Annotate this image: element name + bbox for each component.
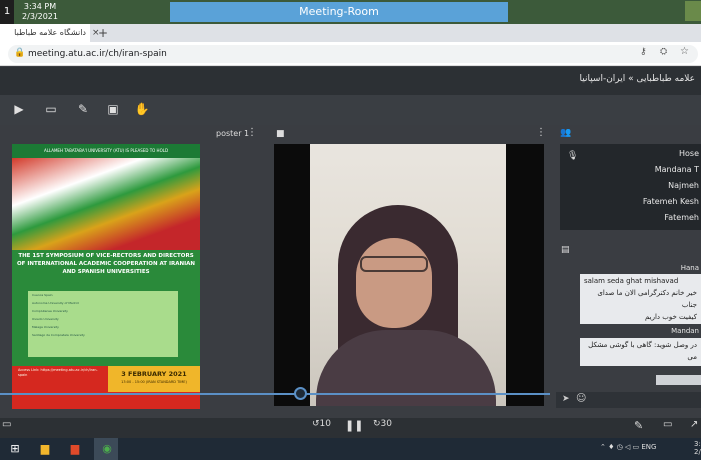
poster-time: 13:00 - 15:00 (IRAN STANDARD TIME) [121, 380, 187, 384]
chat-author: Hana [680, 264, 699, 272]
tray-clock[interactable]: 3: 2/ [694, 440, 701, 456]
emoji-icon[interactable]: ☺ [576, 393, 586, 404]
url-text[interactable]: meeting.atu.ac.ir/ch/iran-spain [28, 47, 167, 61]
clock-date: 2/3/2021 [22, 12, 58, 21]
lock-icon[interactable]: 🔒 [14, 48, 25, 58]
poster-link: Access Link: https://meeting.atu.ac.ir/c… [18, 368, 98, 377]
translate-icon[interactable]: ⛭ [660, 47, 667, 57]
expand-icon[interactable]: ↗ [690, 419, 698, 430]
participant-item[interactable]: Fatemeh [560, 210, 701, 226]
chat-line: در وصل شوید: گاهی با گوشی مشکل می [588, 341, 697, 361]
chrome-icon[interactable]: ◉ [98, 440, 116, 458]
participant-item[interactable]: Mandana T [560, 162, 701, 178]
video-menu-icon[interactable]: ⋮ [536, 127, 546, 138]
chat-line: خیر خانم دکترگرامی الان ما صدای جناب [597, 289, 697, 309]
forward-label: 30 [380, 419, 392, 429]
chat-line: کیفیت خوب داریم [644, 313, 697, 321]
window-number: 1 [0, 0, 14, 24]
poster-panel-label: poster 1 [216, 129, 250, 138]
poster-table-line: Complutense University [32, 309, 68, 313]
app-icon[interactable]: ▆ [66, 440, 84, 458]
chat-message: در وصل شوید: گاهی با گوشی مشکل می [580, 338, 701, 366]
video-camera-icon: ■ [276, 129, 285, 139]
participants-list: Hose Mandana T Najmeh Fatemeh Kesh Fatem… [560, 144, 701, 230]
browser-tab[interactable]: دانشگاه علامه طباطبا [0, 24, 90, 42]
speaker-glasses [360, 256, 428, 272]
chat-scroll-thumb[interactable] [656, 375, 701, 385]
bookmark-star-icon[interactable]: ☆ [680, 46, 689, 57]
chat-line: salam seda ghat mishavad [584, 277, 679, 285]
chat-icon: ▤ [561, 245, 570, 255]
participant-item[interactable]: Fatemeh Kesh [560, 194, 701, 210]
pen-icon[interactable]: ✎ [634, 419, 643, 432]
tray-date: 2/ [694, 448, 701, 456]
speaker-face [356, 238, 432, 328]
playback-progress-knob[interactable] [294, 387, 307, 400]
rewind-10-button[interactable]: ↺10 [312, 419, 331, 429]
poster-header: ALLAMEH TABATABA'I UNIVERSITY (ATU) IS P… [12, 144, 200, 158]
poster-table-line: Santiago de Compostela University [32, 333, 85, 337]
poster-table-line: Autonoma University of Madrid [32, 301, 79, 305]
system-tray: ⌃ ♦ ◷ ◁ ▭ ENG [600, 443, 656, 451]
raise-hand-icon[interactable]: ✋ [133, 100, 151, 118]
tray-time: 3: [694, 440, 701, 448]
poster-date: 3 FEBRUARY 2021 [121, 370, 187, 378]
captions-icon[interactable]: ▭ [663, 419, 672, 430]
screen-icon[interactable]: ▭ [2, 419, 11, 430]
participant-item[interactable]: Najmeh [560, 178, 701, 194]
breadcrumb: علامه طباطبایی » ایران-اسپانیا [579, 74, 695, 84]
tray-icons[interactable]: ⌃ ♦ ◷ ◁ ▭ [600, 443, 641, 451]
play-media-icon[interactable]: ▣ [104, 100, 122, 118]
poster-table-line: Cuenca Spain [32, 293, 53, 297]
poster-university-table: Cuenca Spain Autonoma University of Madr… [28, 291, 178, 357]
poster-title: THE 1ST SYMPOSIUM OF VICE-RECTORS AND DI… [16, 253, 196, 275]
send-icon[interactable]: ➤ [562, 394, 570, 404]
poster-table-line: Malaga University [32, 325, 59, 329]
poster-table-line: Oviedo University [32, 317, 59, 321]
meeting-title: Meeting-Room [170, 2, 508, 22]
language-indicator[interactable]: ENG [641, 443, 656, 451]
user-avatar-icon[interactable] [685, 1, 701, 21]
screen-share-icon[interactable]: ▭ [42, 100, 60, 118]
poster-flags [12, 158, 200, 250]
poster-menu-icon[interactable]: ⋮ [247, 127, 257, 138]
new-tab-button[interactable]: + [98, 24, 112, 42]
chat-message: salam seda ghat mishavad خیر خانم دکترگر… [580, 274, 701, 324]
system-clock: 3:34 PM 2/3/2021 [18, 2, 62, 22]
chat-author: Mandan [671, 327, 699, 335]
forward-30-button[interactable]: ↻30 [373, 419, 392, 429]
key-icon[interactable]: ⚷ [640, 47, 647, 57]
microphone-icon: 🎙 [567, 151, 579, 161]
camera-icon[interactable]: ▶ [10, 100, 28, 118]
clock-time: 3:34 PM [23, 2, 57, 11]
playback-progress-bar[interactable] [0, 393, 550, 395]
brush-icon[interactable]: ✎ [74, 100, 92, 118]
file-explorer-icon[interactable]: ▆ [36, 440, 54, 458]
pause-button[interactable]: ❚❚ [345, 419, 363, 432]
users-icon: 👥 [560, 128, 572, 138]
rewind-label: 10 [319, 419, 331, 429]
chat-area: Hana salam seda ghat mishavad خیر خانم د… [556, 256, 701, 388]
start-icon[interactable]: ⊞ [6, 440, 24, 458]
participant-item[interactable]: Hose [560, 146, 701, 162]
